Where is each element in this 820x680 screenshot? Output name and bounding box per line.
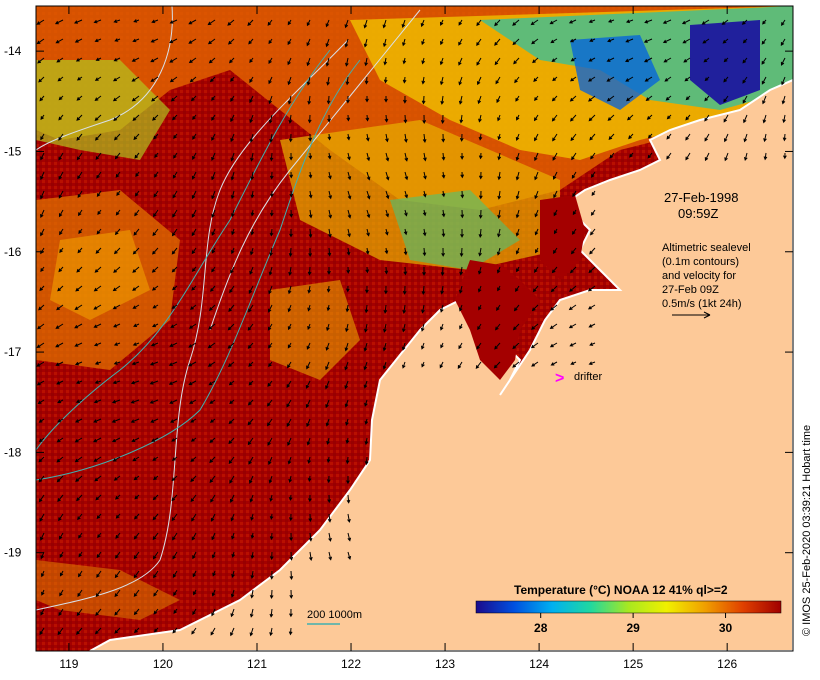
time-label: 09:59Z: [678, 206, 719, 221]
lon-tick-label: 119: [59, 657, 78, 671]
altimetry-note-line1: Altimetric sealevel: [662, 242, 751, 254]
date-label: 27-Feb-1998: [664, 190, 738, 205]
lat-tick-label: -19: [4, 546, 22, 560]
lon-tick-label: 122: [341, 657, 361, 671]
colorbar-title: Temperature (°C) NOAA 12 41% ql>=2: [514, 583, 728, 597]
colorbar-tick-label: 30: [719, 621, 733, 635]
lon-tick-label: 126: [717, 657, 737, 671]
credit-label: © IMOS 25-Feb-2020 03:39:21 Hobart time: [801, 425, 813, 636]
altimetry-note-line2: (0.1m contours): [662, 256, 739, 268]
lon-tick-label: 120: [153, 657, 173, 671]
altimetry-note-line4: 27-Feb 09Z: [662, 284, 719, 296]
lat-tick-label: -15: [4, 144, 22, 158]
depth-legend-label: 200 1000m: [307, 609, 362, 621]
lon-tick-label: 123: [435, 657, 455, 671]
drifter-label: drifter: [574, 371, 602, 383]
lon-tick-label: 125: [623, 657, 643, 671]
altimetry-note-line5: 0.5m/s (1kt 24h): [662, 298, 741, 310]
lon-tick-label: 124: [529, 657, 549, 671]
colorbar: [475, 600, 782, 614]
drifter-icon: >: [555, 370, 564, 387]
colorbar-tick-label: 28: [534, 621, 548, 635]
altimetry-note-line3: and velocity for: [662, 270, 736, 282]
lat-tick-label: -17: [4, 345, 22, 359]
lon-tick-label: 121: [247, 657, 267, 671]
colorbar-tick-label: 29: [626, 621, 640, 635]
lat-tick-label: -14: [4, 44, 22, 58]
lat-tick-label: -18: [4, 445, 22, 459]
sst-map: -14 -15 -16 -17 -18 -19 119 120 121 122 123 124 125…: [4, 5, 813, 671]
lat-tick-label: -16: [4, 245, 22, 259]
